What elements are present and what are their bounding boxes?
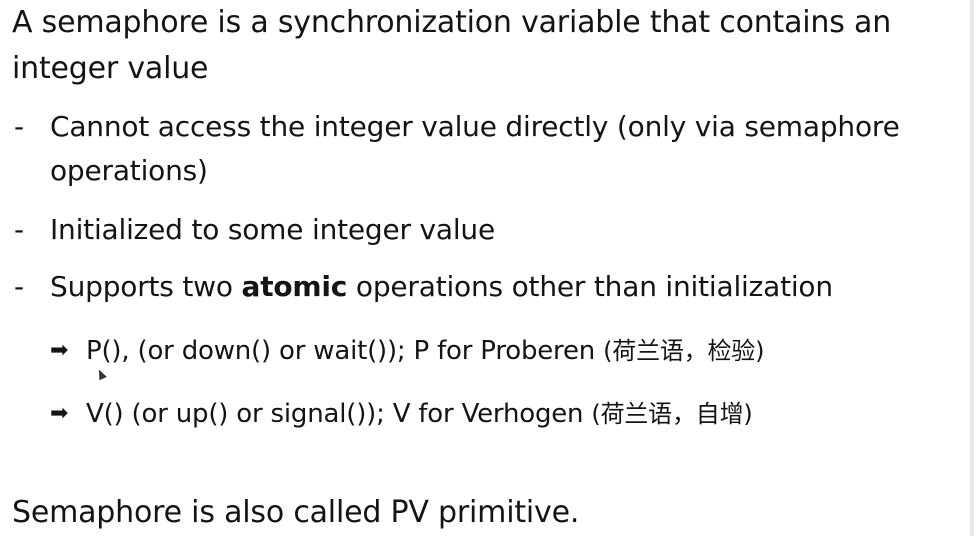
sub-bullet-main: P(), (or down() or wait()); P for Prober… <box>86 336 604 366</box>
sub-bullet-text: V() (or up() or signal()); V for Verhoge… <box>86 394 753 434</box>
bullet-marker: - <box>14 270 25 303</box>
slide-footer-text: Semaphore is also called PV primitive. <box>12 495 580 530</box>
bullet-text: Cannot access the integer value directly… <box>50 110 900 187</box>
bullet-marker: - <box>14 213 25 246</box>
bullet-marker: - <box>14 110 25 143</box>
slide: A semaphore is a synchronization variabl… <box>0 0 974 536</box>
right-arrow-icon: ➡ <box>50 338 69 363</box>
sub-bullet-chinese: (荷兰语，检验) <box>603 337 765 365</box>
sub-bullet-main: V() (or up() or signal()); V for Verhoge… <box>86 399 592 429</box>
sub-bullet-text: P(), (or down() or wait()); P for Prober… <box>86 331 764 371</box>
bullet-text-pre: Supports two <box>50 270 242 303</box>
bullet-text: Initialized to some integer value <box>50 213 496 246</box>
bullet-text: Supports two atomic operations other tha… <box>50 265 930 309</box>
bullet-text-post: operations other than initialization <box>347 270 833 303</box>
slide-edge-divider <box>970 0 974 536</box>
right-arrow-icon: ➡ <box>50 401 69 426</box>
bullet-text-bold: atomic <box>241 270 348 303</box>
sub-bullet-chinese: (荷兰语，自增) <box>591 400 753 428</box>
slide-heading: A semaphore is a synchronization variabl… <box>12 5 892 86</box>
